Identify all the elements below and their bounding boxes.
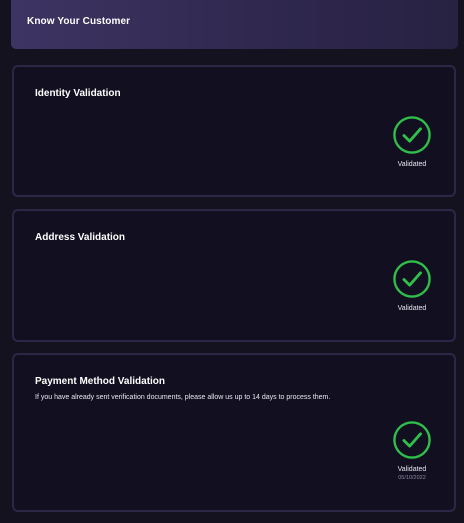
kyc-page: Know Your Customer Identity Validation V… (0, 0, 464, 523)
card-title: Payment Method Validation (35, 376, 166, 387)
kyc-header: Know Your Customer (11, 0, 458, 49)
validation-status: Validated (390, 260, 434, 312)
status-label: Validated (397, 161, 427, 168)
validation-status: Validated (390, 116, 434, 168)
check-circle-icon (393, 260, 431, 298)
address-validation-card: Address Validation Validated (12, 209, 456, 342)
card-description: If you have already sent verification do… (35, 394, 331, 401)
check-circle-icon (393, 421, 431, 459)
check-circle-icon (393, 116, 431, 154)
payment-method-validation-card: Payment Method Validation If you have al… (12, 353, 456, 512)
status-label: Validated (397, 305, 427, 312)
card-title: Identity Validation (35, 88, 121, 99)
card-title: Address Validation (35, 232, 126, 243)
status-label: Validated (397, 466, 427, 473)
status-date: 05/10/2022 (398, 475, 426, 481)
validation-status: Validated 05/10/2022 (390, 421, 434, 481)
identity-validation-card: Identity Validation Validated (12, 65, 456, 197)
page-title: Know Your Customer (27, 16, 131, 27)
